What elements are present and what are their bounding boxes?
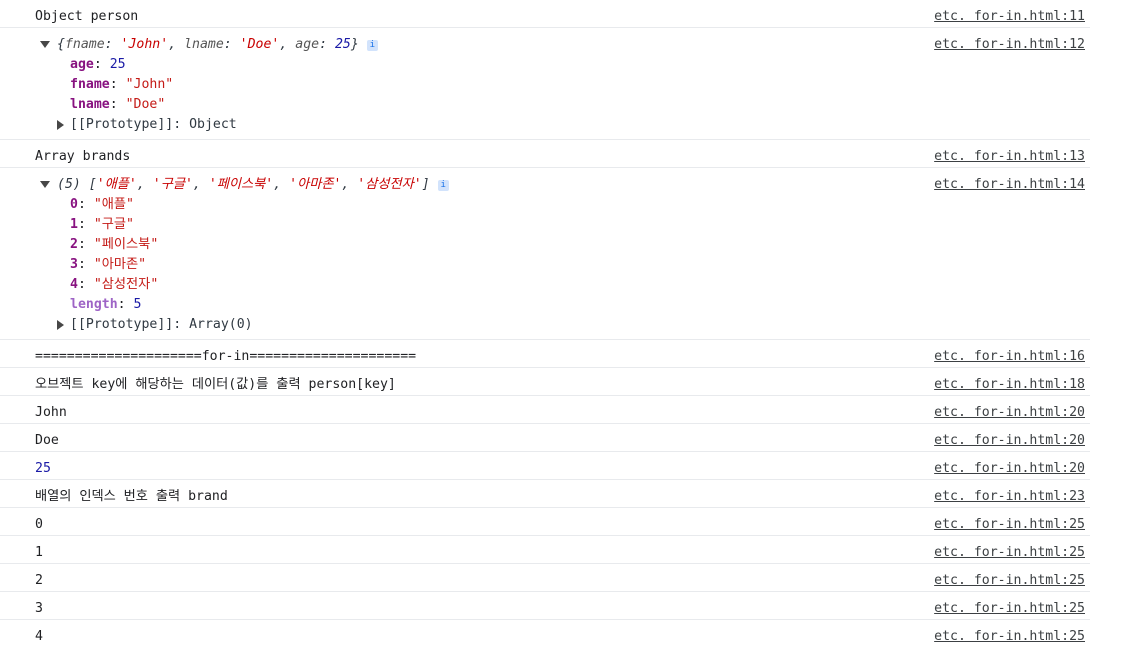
object-property: age: 25 <box>70 57 126 72</box>
source-link[interactable]: etc. for-in.html:25 <box>934 628 1085 645</box>
object-property: fname: "John" <box>70 77 174 92</box>
console-message: 오브젝트 key에 해당하는 데이터(값)를 출력 person[key] et… <box>0 368 1090 396</box>
console-message: 3 etc. for-in.html:25 <box>0 592 1090 620</box>
info-icon[interactable]: i <box>437 180 449 191</box>
message-text: Array brands <box>35 149 131 164</box>
object-property: lname: "Doe" <box>70 97 166 112</box>
console-message: =====================for-in=============… <box>0 340 1090 368</box>
message-text: =====================for-in=============… <box>35 349 417 364</box>
object-preview-line[interactable]: {fname: 'John', lname: 'Doe', age: 25} i … <box>0 36 1090 55</box>
source-link[interactable]: etc. for-in.html:25 <box>934 572 1085 589</box>
preview-value: 'John' <box>120 37 169 52</box>
source-link[interactable]: etc. for-in.html:16 <box>934 348 1085 365</box>
message-text: 4 <box>35 629 43 644</box>
console-message: Array brands etc. for-in.html:13 <box>0 140 1090 168</box>
collapse-caret-icon[interactable] <box>57 120 64 130</box>
message-text: 오브젝트 key에 해당하는 데이터(값)를 출력 person[key] <box>35 377 396 392</box>
preview-key: fname <box>64 37 105 52</box>
message-text: John <box>35 405 67 420</box>
source-link[interactable]: etc. for-in.html:25 <box>934 600 1085 617</box>
source-link[interactable]: etc. for-in.html:13 <box>934 148 1085 165</box>
object-preview: {fname: 'John', lname: 'Doe', age: 25} i <box>57 36 378 53</box>
prototype-entry[interactable]: [[Prototype]]: Array(0) <box>0 315 1090 335</box>
source-link[interactable]: etc. for-in.html:25 <box>934 516 1085 533</box>
console-message: 25 etc. for-in.html:20 <box>0 452 1090 480</box>
array-element: 1: "구글" <box>70 217 134 232</box>
message-text: Doe <box>35 433 59 448</box>
source-link[interactable]: etc. for-in.html:20 <box>934 460 1085 477</box>
console-message: 4 etc. for-in.html:25 <box>0 620 1090 647</box>
message-text: Object person <box>35 9 139 24</box>
source-link[interactable]: etc. for-in.html:23 <box>934 488 1085 505</box>
console-message: John etc. for-in.html:20 <box>0 396 1090 424</box>
array-preview-line[interactable]: (5) ['애플', '구글', '페이스북', '아마존', '삼성전자'] i… <box>0 176 1090 195</box>
console-message: 2 etc. for-in.html:25 <box>0 564 1090 592</box>
console-message: 0 etc. for-in.html:25 <box>0 508 1090 536</box>
source-link[interactable]: etc. for-in.html:20 <box>934 432 1085 449</box>
preview-value: 25 <box>334 37 351 52</box>
array-tree: (5) ['애플', '구글', '페이스북', '아마존', '삼성전자'] i… <box>0 168 1090 340</box>
prototype-entry[interactable]: [[Prototype]]: Object <box>0 115 1090 135</box>
array-length: length: 5 <box>70 297 142 312</box>
console-message: 1 etc. for-in.html:25 <box>0 536 1090 564</box>
source-link[interactable]: etc. for-in.html:12 <box>934 36 1085 53</box>
array-element: 4: "삼성전자" <box>70 277 159 292</box>
expand-caret-icon[interactable] <box>40 181 50 188</box>
array-element: 0: "애플" <box>70 197 134 212</box>
array-element: 2: "페이스북" <box>70 237 159 252</box>
array-element: 3: "아마존" <box>70 257 147 272</box>
preview-value: 'Doe' <box>239 37 280 52</box>
array-preview: (5) ['애플', '구글', '페이스북', '아마존', '삼성전자'] i <box>57 176 449 193</box>
source-link[interactable]: etc. for-in.html:18 <box>934 376 1085 393</box>
source-link[interactable]: etc. for-in.html:25 <box>934 544 1085 561</box>
source-link[interactable]: etc. for-in.html:11 <box>934 8 1085 25</box>
message-number: 25 <box>35 461 51 476</box>
info-icon[interactable]: i <box>366 40 378 51</box>
object-tree: {fname: 'John', lname: 'Doe', age: 25} i … <box>0 28 1090 140</box>
console-message: Object person etc. for-in.html:11 <box>0 0 1090 28</box>
source-link[interactable]: etc. for-in.html:20 <box>934 404 1085 421</box>
message-text: 1 <box>35 545 43 560</box>
expand-caret-icon[interactable] <box>40 41 50 48</box>
message-text: 배열의 인덱스 번호 출력 brand <box>35 489 228 504</box>
collapse-caret-icon[interactable] <box>57 320 64 330</box>
console-log: Object person etc. for-in.html:11 {fname… <box>0 0 1090 647</box>
preview-key: lname <box>184 37 224 52</box>
console-message: Doe etc. for-in.html:20 <box>0 424 1090 452</box>
message-text: 0 <box>35 517 43 532</box>
source-link[interactable]: etc. for-in.html:14 <box>934 176 1085 193</box>
preview-key: age <box>295 37 320 52</box>
message-text: 2 <box>35 573 43 588</box>
message-text: 3 <box>35 601 43 616</box>
console-message: 배열의 인덱스 번호 출력 brand etc. for-in.html:23 <box>0 480 1090 508</box>
